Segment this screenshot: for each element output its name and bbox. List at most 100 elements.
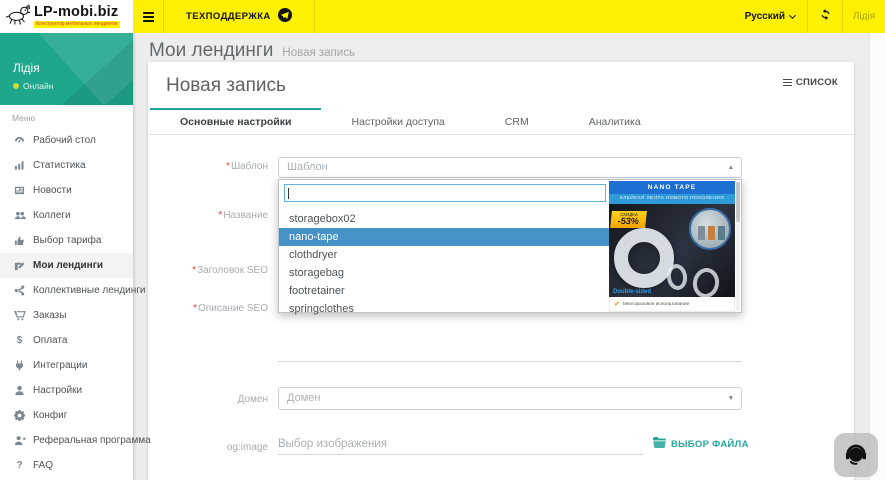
- logo[interactable]: LP-mobi.biz Конструктор мобильных лендин…: [0, 0, 133, 33]
- logo-title: LP-mobi.biz: [34, 5, 120, 20]
- tape-strip-image: [665, 263, 688, 292]
- list-button[interactable]: СПИСОК: [783, 77, 838, 88]
- sidebar-item-label: Конфиг: [33, 410, 67, 421]
- refresh-button[interactable]: [808, 0, 842, 33]
- sidebar-item-faq[interactable]: ? FAQ: [0, 453, 133, 478]
- text-cursor: [288, 188, 289, 199]
- domain-field-label: Домен: [148, 394, 268, 405]
- dropdown-option[interactable]: footretainer: [279, 282, 614, 300]
- page-header: Мои лендинги Новая запись: [133, 33, 869, 62]
- user-plus-icon: [12, 435, 27, 446]
- seo-title-field-label: Заголовок SEO: [148, 265, 268, 276]
- seo-description-textarea-underline[interactable]: [278, 361, 742, 362]
- sidebar-item-dashboard[interactable]: Рабочий стол: [0, 128, 133, 153]
- chevron-down-icon: [789, 11, 796, 18]
- sidebar-user-status: Онлайн: [13, 81, 53, 91]
- preview-product-image: СКИДКА -53% Double-sided: [609, 204, 735, 297]
- template-preview-image: NANO TAPE КЛЕЙКАЯ ЛЕНТА НОВОГО ПОКОЛЕНИЯ…: [609, 181, 735, 312]
- user-icon: [12, 385, 27, 396]
- landings-edit-icon: [12, 260, 27, 271]
- tab-label: Настройки доступа: [351, 116, 444, 128]
- tabs: Основные настройки Настройки доступа CRM…: [148, 108, 854, 135]
- choose-file-button[interactable]: ВЫБОР ФАЙЛА: [653, 437, 749, 451]
- sidebar-item-collective-landings[interactable]: Коллективные лендинги: [0, 278, 133, 303]
- choose-file-label: ВЫБОР ФАЙЛА: [671, 439, 749, 450]
- sidebar-item-payment[interactable]: $ Оплата: [0, 328, 133, 353]
- sidebar-item-label: Настройки: [33, 385, 82, 396]
- language-selector[interactable]: Русский: [733, 0, 807, 33]
- preview-subtitle: КЛЕЙКАЯ ЛЕНТА НОВОГО ПОКОЛЕНИЯ: [609, 194, 735, 204]
- tab-main-settings[interactable]: Основные настройки: [150, 108, 321, 134]
- sidebar-item-integrations[interactable]: Интеграции: [0, 353, 133, 378]
- tab-label: CRM: [505, 116, 529, 128]
- sidebar-item-statistics[interactable]: Статистика: [0, 153, 133, 178]
- dollar-icon: $: [12, 335, 27, 346]
- sidebar-item-label: Мои лендинги: [33, 260, 103, 271]
- sidebar-item-label: Выбор тарифа: [33, 235, 101, 246]
- sidebar-item-my-landings[interactable]: Мои лендинги: [0, 253, 133, 278]
- dropdown-option-selected[interactable]: nano-tape: [279, 228, 614, 246]
- share-icon: [12, 285, 27, 296]
- preview-caption: Double-sided: [613, 289, 651, 295]
- user-menu[interactable]: Лідія: [843, 0, 885, 33]
- sidebar-item-tariff[interactable]: Выбор тарифа: [0, 228, 133, 253]
- dropdown-scrollbar[interactable]: [736, 181, 740, 311]
- template-field-label: Шаблон: [148, 161, 268, 172]
- name-field-label: Название: [148, 210, 268, 221]
- tab-access-settings[interactable]: Настройки доступа: [321, 108, 474, 134]
- dropdown-option[interactable]: clothdryer: [279, 246, 614, 264]
- preview-feature-text: Многоразовое использование: [623, 302, 689, 307]
- record-card: Новая запись СПИСОК Основные настройки Н…: [148, 62, 854, 480]
- sidebar-user-panel: Лідія Онлайн: [0, 33, 133, 105]
- sidebar-item-label: FAQ: [33, 460, 53, 471]
- breadcrumb: Новая запись: [282, 47, 355, 59]
- topbar-spacer: [315, 0, 733, 33]
- page-scrollbar[interactable]: [869, 33, 885, 480]
- og-image-field-label: og:image: [148, 442, 268, 453]
- sidebar-item-referral[interactable]: Реферальная программа: [0, 428, 133, 453]
- online-status-dot: [13, 83, 19, 89]
- preview-inset-photo: [689, 208, 731, 250]
- sidebar-item-label: Интеграции: [33, 360, 87, 371]
- logo-dog-icon: [4, 2, 32, 31]
- sidebar-item-config[interactable]: Конфиг: [0, 403, 133, 428]
- sidebar-toggle-button[interactable]: [133, 0, 163, 33]
- sidebar-item-label: Статистика: [33, 160, 86, 171]
- language-label: Русский: [745, 11, 785, 22]
- cart-icon: [12, 310, 27, 321]
- sidebar-item-settings[interactable]: Настройки: [0, 378, 133, 403]
- dropdown-option[interactable]: springclothes: [279, 300, 614, 318]
- sidebar-item-orders[interactable]: Заказы: [0, 303, 133, 328]
- tab-analytics[interactable]: Аналитика: [559, 108, 671, 134]
- sidebar-item-label: Коллективные лендинги: [33, 285, 146, 296]
- tab-crm[interactable]: CRM: [475, 108, 559, 134]
- check-icon: ✔: [614, 300, 620, 308]
- user-label: Лідія: [853, 11, 875, 22]
- support-chat-button[interactable]: [834, 433, 878, 477]
- sidebar: Лідія Онлайн Меню Рабочий стол Статистик…: [0, 33, 133, 480]
- telegram-icon: [278, 8, 292, 25]
- domain-select-placeholder: Домен: [287, 392, 320, 404]
- sidebar-item-news[interactable]: Новости: [0, 178, 133, 203]
- dropdown-option[interactable]: storagebox02: [279, 210, 614, 228]
- tape-roll-image: [614, 228, 674, 288]
- list-button-label: СПИСОК: [796, 77, 838, 88]
- tape-strip-image: [691, 266, 722, 297]
- discount-value: -53%: [610, 217, 646, 226]
- dropdown-option[interactable]: storagebag: [279, 264, 614, 282]
- record-form: Шаблон Шаблон ▲ Название Заголовок SEO О…: [148, 135, 854, 480]
- template-select[interactable]: Шаблон ▲: [278, 157, 742, 178]
- template-search-input[interactable]: [284, 184, 606, 202]
- support-button[interactable]: ТЕХПОДДЕРЖКА: [164, 0, 314, 33]
- discount-badge: СКИДКА -53%: [610, 211, 647, 228]
- tab-label: Основные настройки: [180, 116, 291, 128]
- dropdown-scrollbar-thumb[interactable]: [736, 182, 740, 222]
- tariff-thumbs-up-icon: [12, 235, 27, 246]
- template-dropdown: storagebox02 nano-tape clothdryer storag…: [278, 179, 742, 313]
- og-image-input[interactable]: [278, 434, 643, 455]
- sidebar-item-colleagues[interactable]: Коллеги: [0, 203, 133, 228]
- sidebar-user-name: Лідія: [13, 61, 40, 75]
- domain-select[interactable]: Домен ▼: [278, 387, 742, 410]
- logo-subtitle: Конструктор мобильных лендингов: [34, 21, 120, 28]
- template-select-placeholder: Шаблон: [287, 161, 328, 173]
